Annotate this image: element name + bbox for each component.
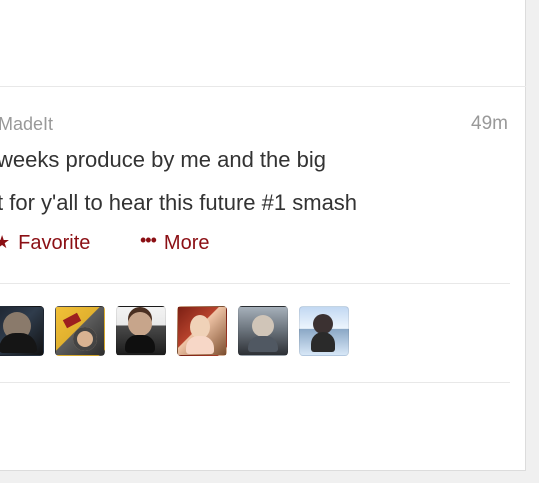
tweet-time[interactable]: 49m (471, 112, 508, 136)
dots-icon: ••• (140, 230, 157, 250)
tweet-text-line-1: weeks produce by me and the big (0, 147, 326, 172)
tweet-card: MadeIt 49m weeks produce by me and the b… (0, 0, 526, 471)
avatar[interactable] (177, 306, 227, 356)
author-name[interactable]: MadeIt (0, 112, 53, 136)
top-divider (0, 86, 526, 87)
avatar[interactable] (238, 306, 288, 356)
top-blank-area (0, 0, 526, 86)
section-divider-1 (0, 283, 510, 284)
favorite-button[interactable]: ★ Favorite (0, 229, 90, 257)
avatar[interactable] (0, 306, 44, 356)
tweet-meta: MadeIt 49m (0, 112, 508, 136)
tweet-text-line-2: t for y'all to hear this future #1 smash (0, 190, 358, 215)
avatar[interactable] (116, 306, 166, 356)
avatar[interactable] (55, 306, 105, 356)
favorite-label: Favorite (18, 232, 91, 254)
section-divider-2 (0, 382, 510, 383)
more-button[interactable]: ••• More (140, 229, 209, 257)
star-icon: ★ (0, 232, 11, 252)
more-label: More (163, 232, 210, 254)
avatar[interactable] (299, 306, 349, 356)
